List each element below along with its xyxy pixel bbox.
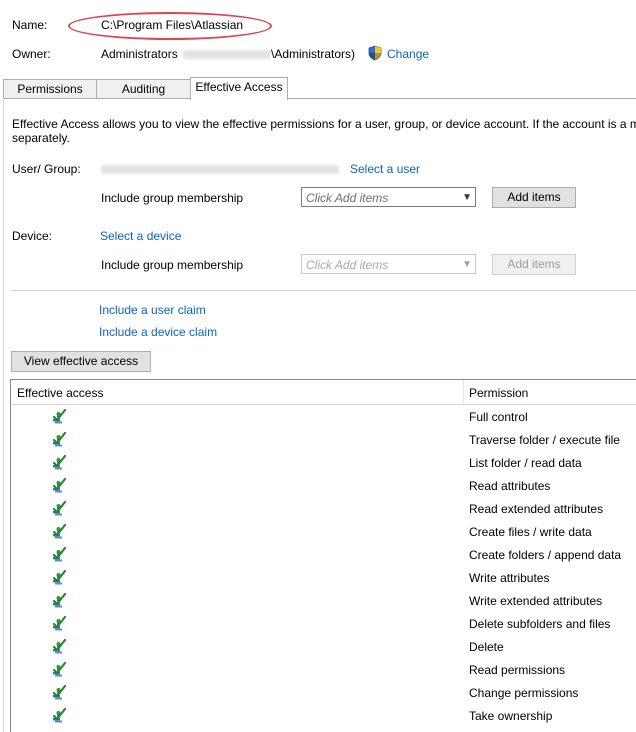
table-row[interactable]: Full control — [11, 406, 636, 429]
redacted-owner — [183, 50, 271, 59]
panel-border — [3, 98, 4, 732]
uac-shield-icon — [368, 45, 382, 61]
table-row[interactable]: Write attributes — [11, 567, 636, 590]
description-text-line2: separately. — [12, 131, 70, 145]
highlight-annotation — [68, 12, 272, 40]
chevron-down-icon: ▼ — [462, 259, 472, 270]
include-device-claim-link[interactable]: Include a device claim — [99, 325, 217, 339]
combo-placeholder: Click Add items — [306, 191, 389, 205]
permission-name: Create files / write data — [469, 525, 592, 539]
view-effective-access-button[interactable]: View effective access — [11, 351, 151, 372]
table-row[interactable]: Delete subfolders and files — [11, 613, 636, 636]
allowed-access-icon — [51, 707, 67, 724]
permission-name: Delete — [469, 640, 504, 654]
table-row[interactable]: Write extended attributes — [11, 590, 636, 613]
owner-value-prefix: Administrators — [101, 47, 178, 61]
permission-name: Full control — [469, 410, 528, 424]
permission-name: Traverse folder / execute file — [469, 433, 620, 447]
description-text: Effective Access allows you to view the … — [12, 117, 636, 131]
table-row[interactable]: Read permissions — [11, 659, 636, 682]
table-row[interactable]: Take ownership — [11, 705, 636, 728]
permission-name: Read extended attributes — [469, 502, 604, 516]
allowed-access-icon — [51, 569, 67, 586]
allowed-access-icon — [51, 523, 67, 540]
permission-name: Create folders / append data — [469, 548, 622, 562]
user-membership-label: Include group membership — [101, 191, 244, 205]
table-row[interactable]: Change permissions — [11, 682, 636, 705]
change-owner-link[interactable]: Change — [387, 47, 429, 61]
table-row[interactable]: Create files / write data — [11, 521, 636, 544]
permission-name: Read permissions — [469, 663, 566, 677]
table-row[interactable]: List folder / read data — [11, 452, 636, 475]
allowed-access-icon — [51, 477, 67, 494]
allowed-access-icon — [51, 431, 67, 448]
allowed-access-icon — [51, 454, 67, 471]
allowed-access-icon — [51, 500, 67, 517]
device-label: Device: — [12, 229, 53, 243]
tab-permissions[interactable]: Permissions — [3, 79, 97, 99]
column-permission[interactable]: Permission — [469, 386, 528, 400]
permission-name: Write extended attributes — [469, 594, 603, 608]
allowed-access-icon — [51, 546, 67, 563]
user-add-items-button[interactable]: Add items — [492, 187, 576, 208]
column-divider — [463, 380, 464, 404]
tab-auditing[interactable]: Auditing — [96, 79, 191, 99]
table-row[interactable]: Delete — [11, 636, 636, 659]
permission-name: Write attributes — [469, 571, 550, 585]
allowed-access-icon — [51, 661, 67, 678]
device-add-items-button[interactable]: Add items — [492, 254, 576, 275]
chevron-down-icon: ▼ — [462, 192, 472, 203]
allowed-access-icon — [51, 684, 67, 701]
permission-name: Read attributes — [469, 479, 551, 493]
owner-label: Owner: — [12, 47, 51, 61]
table-row[interactable]: Read attributes — [11, 475, 636, 498]
device-membership-label: Include group membership — [101, 258, 244, 272]
select-user-link[interactable]: Select a user — [350, 162, 420, 176]
column-effective-access[interactable]: Effective access — [17, 386, 103, 400]
table-row[interactable]: Create folders / append data — [11, 544, 636, 567]
permission-name: List folder / read data — [469, 456, 582, 470]
section-separator — [11, 290, 636, 291]
include-user-claim-link[interactable]: Include a user claim — [99, 303, 206, 317]
effective-access-table: Effective access Permission Full control… — [10, 379, 636, 732]
tab-divider — [3, 98, 636, 99]
permission-name: Take ownership — [469, 709, 553, 723]
allowed-access-icon — [51, 615, 67, 632]
table-header: Effective access Permission — [11, 380, 636, 405]
tab-strip: Permissions Auditing Effective Access — [3, 77, 636, 100]
name-label: Name: — [12, 18, 48, 32]
tab-effective-access[interactable]: Effective Access — [190, 77, 288, 100]
allowed-access-icon — [51, 408, 67, 425]
user-group-label: User/ Group: — [12, 162, 81, 176]
table-row[interactable]: Traverse folder / execute file — [11, 429, 636, 452]
owner-value-suffix: \Administrators) — [271, 47, 356, 61]
user-group-membership-combo[interactable]: Click Add items ▼ — [301, 187, 476, 207]
permission-name: Change permissions — [469, 686, 579, 700]
table-row[interactable]: Read extended attributes — [11, 498, 636, 521]
allowed-access-icon — [51, 592, 67, 609]
permission-name: Delete subfolders and files — [469, 617, 611, 631]
allowed-access-icon — [51, 638, 67, 655]
redacted-user — [101, 165, 339, 174]
combo-placeholder: Click Add items — [306, 258, 389, 272]
select-device-link[interactable]: Select a device — [100, 229, 181, 243]
device-group-membership-combo[interactable]: Click Add items ▼ — [301, 254, 476, 274]
